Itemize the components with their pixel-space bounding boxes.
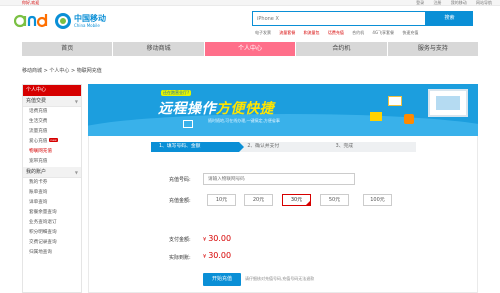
welcome-text: 你好,欢迎 (22, 0, 40, 5)
sidebar-item-details[interactable]: 详单查询 (23, 198, 81, 208)
nav-personal-center[interactable]: 个人中心 (204, 42, 297, 56)
register-link[interactable]: 注册 (433, 0, 441, 5)
search-button[interactable]: 搜索 (426, 11, 473, 26)
sidebar-section-title: 我的账户 (26, 169, 47, 175)
sidebar-item-label: 爱心充值 (29, 139, 48, 144)
sidebar-section-title: 充值交费 (26, 98, 47, 104)
sidebar-item-bills[interactable]: 账单查询 (23, 188, 81, 198)
step-indicator: 1、填写号码、金额 2、确认并支付 3、完成 (151, 142, 416, 152)
monitor-icon (428, 89, 468, 117)
logo-en: China Mobile (74, 23, 100, 28)
sidebar-section-recharge[interactable]: 充值交费 ▼ (23, 96, 81, 107)
china-mobile-logo[interactable]: 中国移动 China Mobile (55, 13, 115, 33)
nav-home[interactable]: 首页 (22, 42, 114, 56)
chat-bubble-icon (370, 112, 382, 121)
actual-amount: ¥30.00 (203, 251, 231, 260)
banner-title-a: 远程操作 (158, 101, 216, 117)
search-box[interactable] (252, 11, 426, 26)
currency-symbol: ¥ (203, 237, 207, 243)
nav-contract-phone[interactable]: 合约机 (296, 42, 388, 56)
china-mobile-icon (55, 13, 71, 29)
hotlink-contract-phone[interactable]: 合约机 (352, 30, 364, 35)
currency-symbol: ¥ (203, 254, 207, 260)
top-links: 登录 注册 我的移动 网站导航 (408, 0, 492, 6)
computer-icon (183, 120, 193, 128)
hot-links: 电子发票 流量套餐 和流量包 话费充值 合约机 4G飞享套餐 快速充值 (255, 30, 425, 36)
login-link[interactable]: 登录 (416, 0, 424, 5)
step-3: 3、完成 (327, 142, 416, 152)
amount-option-20[interactable]: 20元 (244, 194, 273, 206)
sidebar-item-plan-balance[interactable]: 套餐余量查询 (23, 208, 81, 218)
sidebar-item-charity-topup[interactable]: 爱心充值 new (23, 137, 81, 147)
collapse-arrow-icon: ▼ (74, 99, 78, 104)
my-mobile-link[interactable]: 我的移动 (451, 0, 467, 5)
collapse-arrow-icon: ▼ (74, 170, 78, 175)
banner-tag: 还在跑营业厅? (161, 90, 192, 96)
sidebar: 个人中心 充值交费 ▼ 话费充值 生活交费 流量充值 爱心充值 new 物联网充值 … (22, 84, 82, 293)
banner-title: 远程操作方便快捷 (158, 98, 274, 118)
banner-subtitle: 随时随地,可在线办理,一键搞定,方便省事 (208, 118, 280, 123)
sidebar-item-iot-topup[interactable]: 物联网充值 (23, 147, 81, 157)
dialog-icon (388, 96, 402, 106)
amount-option-100[interactable]: 100元 (363, 194, 392, 206)
phone-field[interactable] (203, 173, 355, 185)
sidebar-item-data-topup[interactable]: 流量充值 (23, 127, 81, 137)
hotlink-invoice[interactable]: 电子发票 (255, 30, 271, 35)
amount-option-30[interactable]: 30元 (282, 194, 311, 206)
sidebar-item-coupons[interactable]: 我的卡券 (23, 178, 81, 188)
actual-amount-value: 30.00 (208, 251, 232, 260)
hotlink-4g-plan[interactable]: 4G飞享套餐 (372, 30, 394, 35)
amount-label: 充值金额: (169, 198, 191, 204)
pay-amount-label: 支付金额: (169, 237, 191, 243)
banner-wave (88, 114, 478, 136)
main-nav: 首页 移动商城 个人中心 合约机 服务与支持 (22, 42, 478, 56)
start-topup-button[interactable]: 开始充值 (203, 273, 241, 286)
nav-mall[interactable]: 移动商城 (113, 42, 205, 56)
sidebar-item-location[interactable]: 归属地查询 (23, 248, 81, 258)
verify-note: 请仔细核对充值号码,充值号码无法退款 (245, 276, 315, 281)
hotlink-data-pack[interactable]: 和流量包 (304, 30, 320, 35)
phone-input[interactable] (204, 174, 354, 184)
actual-amount-label: 实际到账: (169, 255, 191, 261)
amount-option-10[interactable]: 10元 (207, 194, 236, 206)
promo-banner[interactable]: 还在跑营业厅? 远程操作方便快捷 随时随地,可在线办理,一键搞定,方便省事 (88, 84, 478, 136)
phone-label: 充值号码: (169, 177, 191, 183)
sidebar-section-account[interactable]: 我的账户 ▼ (23, 167, 81, 178)
hotlink-data-plan[interactable]: 流量套餐 (279, 30, 295, 35)
topup-panel: 1、填写号码、金额 2、确认并支付 3、完成 充值号码: 充值金额: 10元 2… (88, 136, 478, 293)
hotlink-topup[interactable]: 话费充值 (328, 30, 344, 35)
step-2: 2、确认并支付 (239, 142, 328, 152)
search-input[interactable] (253, 12, 425, 25)
pay-amount: ¥30.00 (203, 234, 231, 243)
new-badge: new (49, 138, 58, 142)
pay-amount-value: 30.00 (208, 234, 232, 243)
amount-option-50[interactable]: 50元 (320, 194, 349, 206)
sidebar-header[interactable]: 个人中心 (23, 85, 81, 96)
breadcrumb: 移动商城 > 个人中心 > 物联网充值 (22, 68, 102, 74)
step-1: 1、填写号码、金额 (151, 142, 245, 152)
top-strip: 你好,欢迎 登录 注册 我的移动 网站导航 (0, 0, 500, 6)
sidebar-item-service-unsubscribe[interactable]: 业务查询退订 (23, 218, 81, 228)
shopping-bag-icon (404, 114, 414, 124)
sidebar-item-utility[interactable]: 生活交费 (23, 117, 81, 127)
sidebar-item-phone-topup[interactable]: 话费充值 (23, 107, 81, 117)
sidebar-item-payment-records[interactable]: 交费记录查询 (23, 238, 81, 248)
sidebar-item-broadband[interactable]: 宽带充值 (23, 157, 81, 167)
and-logo[interactable] (14, 12, 48, 30)
nav-service[interactable]: 服务与支持 (388, 42, 478, 56)
sidebar-item-points[interactable]: 积分明细查询 (23, 228, 81, 238)
banner-title-b: 方便快捷 (216, 101, 274, 117)
hotlink-quick-topup[interactable]: 快速充值 (402, 30, 418, 35)
site-nav-link[interactable]: 网站导航 (476, 0, 492, 5)
